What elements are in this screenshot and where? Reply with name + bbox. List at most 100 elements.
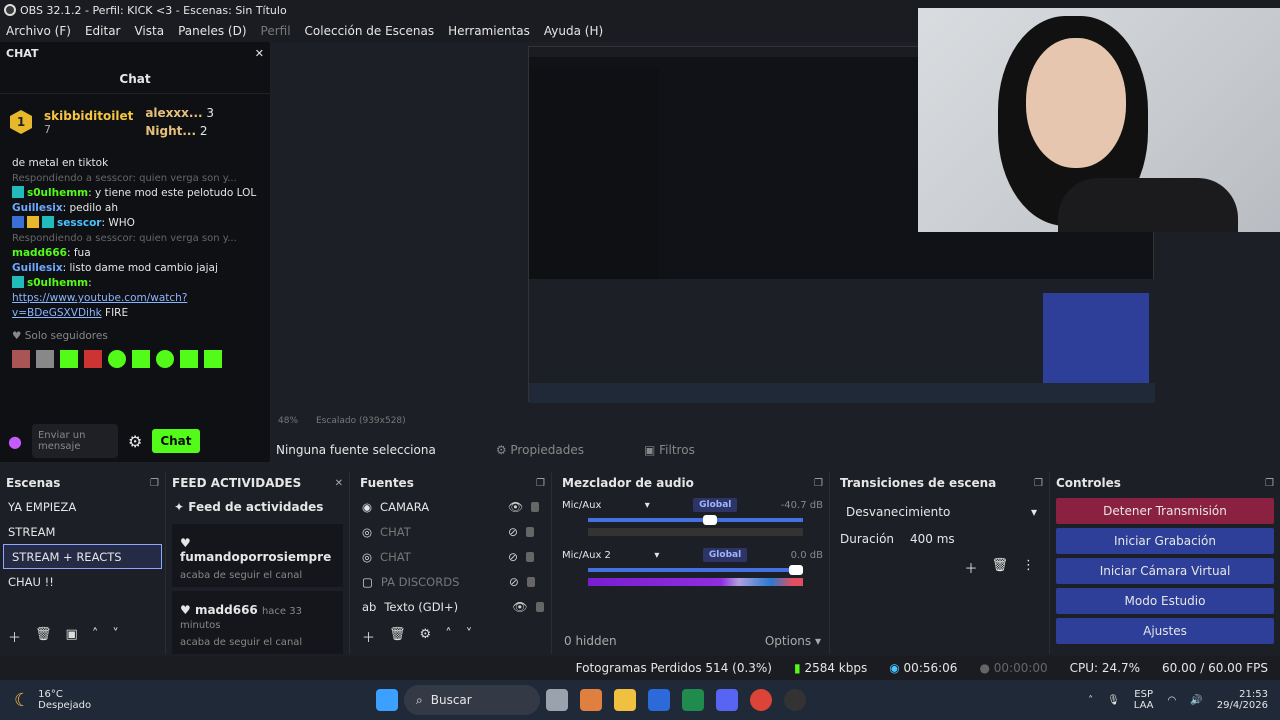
close-icon[interactable]: ✕: [255, 47, 264, 60]
fader-knob[interactable]: [789, 565, 803, 575]
gear-icon[interactable]: ⚙: [420, 627, 432, 646]
eye-hidden-icon[interactable]: ⊘: [509, 575, 519, 589]
word-icon[interactable]: [648, 689, 670, 711]
lock-icon[interactable]: [535, 601, 544, 612]
close-icon[interactable]: ✕: [335, 478, 343, 489]
menu-archivo[interactable]: Archivo (F): [6, 24, 71, 38]
transition-select[interactable]: Desvanecimiento ▾: [840, 500, 1043, 524]
emote-icon[interactable]: [36, 350, 54, 368]
add-icon[interactable]: ＋: [362, 627, 375, 646]
language-indicator[interactable]: ESP LAA: [1134, 689, 1154, 711]
settings-button[interactable]: Ajustes: [1056, 618, 1274, 644]
emote-icon[interactable]: [60, 350, 78, 368]
lock-icon[interactable]: [526, 526, 535, 537]
global-button[interactable]: Global: [702, 548, 748, 562]
channel-dropdown-icon[interactable]: ▾: [654, 550, 659, 561]
excel-icon[interactable]: [682, 689, 704, 711]
chat-username[interactable]: sesscor: [57, 217, 102, 229]
tray-chevron-icon[interactable]: ˄: [1088, 695, 1093, 706]
undock-icon[interactable]: ❐: [150, 478, 159, 489]
add-icon[interactable]: ＋: [8, 627, 21, 646]
filters-button[interactable]: ▣ Filtros: [644, 443, 695, 457]
volume-fader[interactable]: [588, 515, 803, 525]
scene-item-selected[interactable]: STREAM + REACTS: [3, 544, 162, 569]
chat-username[interactable]: Guillesix: [12, 202, 63, 214]
trash-icon[interactable]: 🗑: [389, 627, 406, 646]
chat-username[interactable]: s0ulhemm: [27, 187, 88, 199]
lock-icon[interactable]: [526, 576, 535, 587]
wifi-icon[interactable]: ◠: [1168, 695, 1177, 706]
undock-icon[interactable]: ❐: [536, 478, 545, 489]
trash-icon[interactable]: 🗑: [991, 558, 1008, 577]
discord-icon[interactable]: [716, 689, 738, 711]
studio-mode-button[interactable]: Modo Estudio: [1056, 588, 1274, 614]
emote-icon[interactable]: [108, 350, 126, 368]
emote-icon[interactable]: [84, 350, 102, 368]
taskbar-search[interactable]: ⌕ Buscar: [404, 685, 540, 715]
chat-input[interactable]: Enviar un mensaje: [31, 424, 118, 458]
chat-send-button[interactable]: Chat: [152, 429, 200, 453]
weather-widget[interactable]: ☾ 16°C Despejado: [0, 689, 370, 711]
start-recording-button[interactable]: Iniciar Grabación: [1056, 528, 1274, 554]
chevron-up-icon[interactable]: ˄: [92, 627, 99, 646]
windows-start-icon[interactable]: [376, 689, 398, 711]
eye-hidden-icon[interactable]: ⊘: [508, 525, 518, 539]
chat-username[interactable]: Guillesix: [12, 262, 63, 274]
settings-icon[interactable]: ⚙: [128, 432, 142, 451]
scale-label[interactable]: Escalado (939x528): [316, 416, 406, 426]
undock-icon[interactable]: ❐: [814, 478, 823, 489]
scene-item[interactable]: CHAU !!: [0, 569, 165, 594]
menu-editar[interactable]: Editar: [85, 24, 121, 38]
mic-tray-icon[interactable]: 🎙: [1107, 695, 1120, 706]
menu-coleccion[interactable]: Colección de Escenas: [305, 24, 435, 38]
obs-taskbar-icon[interactable]: [784, 689, 806, 711]
scene-item[interactable]: STREAM: [0, 519, 165, 544]
menu-perfil[interactable]: Perfil: [261, 24, 291, 38]
emote-icon[interactable]: [204, 350, 222, 368]
menu-herramientas[interactable]: Herramientas: [448, 24, 530, 38]
eye-hidden-icon[interactable]: ⊘: [508, 550, 518, 564]
start-virtual-camera-button[interactable]: Iniciar Cámara Virtual: [1056, 558, 1274, 584]
emote-icon[interactable]: [12, 350, 30, 368]
source-item[interactable]: ab Texto (GDI+) 👁: [354, 594, 551, 619]
fader-knob[interactable]: [703, 515, 717, 525]
source-item[interactable]: ◉ CAMARA 👁: [354, 494, 551, 519]
file-explorer-icon[interactable]: [614, 689, 636, 711]
trash-icon[interactable]: 🗑: [35, 627, 52, 646]
menu-vista[interactable]: Vista: [134, 24, 164, 38]
scene-item[interactable]: YA EMPIEZA: [0, 494, 165, 519]
task-view-icon[interactable]: [546, 689, 568, 711]
duration-input[interactable]: 400 ms: [910, 532, 955, 546]
channel-dropdown-icon[interactable]: ▾: [645, 500, 650, 511]
eye-icon[interactable]: 👁: [512, 600, 527, 614]
clock[interactable]: 21:53 29/4/2026: [1217, 689, 1268, 711]
undock-icon[interactable]: ❐: [1034, 478, 1043, 489]
zoom-level[interactable]: 48%: [278, 416, 298, 426]
lock-icon[interactable]: [526, 551, 535, 562]
source-item[interactable]: ▢ PA DISCORDS ⊘: [354, 569, 551, 594]
source-item[interactable]: ◎ CHAT ⊘: [354, 519, 551, 544]
emote-icon[interactable]: [156, 350, 174, 368]
lock-icon[interactable]: [531, 501, 540, 512]
chrome-icon[interactable]: [750, 689, 772, 711]
options-button[interactable]: Options ▾: [765, 634, 821, 648]
undock-icon[interactable]: ❐: [1265, 478, 1274, 489]
message-link[interactable]: https://www.youtube.com/watch?v=BDeGSXVD…: [12, 292, 187, 319]
volume-icon[interactable]: 🔊: [1190, 695, 1202, 706]
menu-ayuda[interactable]: Ayuda (H): [544, 24, 603, 38]
chevron-down-icon[interactable]: ˅: [112, 627, 119, 646]
chevron-down-icon[interactable]: ˅: [466, 627, 473, 646]
global-button[interactable]: Global: [693, 498, 738, 512]
emote-icon[interactable]: [180, 350, 198, 368]
source-item[interactable]: ◎ CHAT ⊘: [354, 544, 551, 569]
eye-icon[interactable]: 👁: [508, 500, 523, 514]
chevron-up-icon[interactable]: ˄: [445, 627, 452, 646]
emote-icon[interactable]: [132, 350, 150, 368]
add-icon[interactable]: ＋: [964, 558, 977, 577]
menu-paneles[interactable]: Paneles (D): [178, 24, 246, 38]
chat-username[interactable]: s0ulhemm: [27, 277, 88, 289]
more-icon[interactable]: ⋮: [1022, 558, 1035, 577]
copilot-icon[interactable]: [580, 689, 602, 711]
properties-button[interactable]: ⚙ Propiedades: [496, 443, 584, 457]
mic-icon[interactable]: ●: [8, 432, 22, 451]
